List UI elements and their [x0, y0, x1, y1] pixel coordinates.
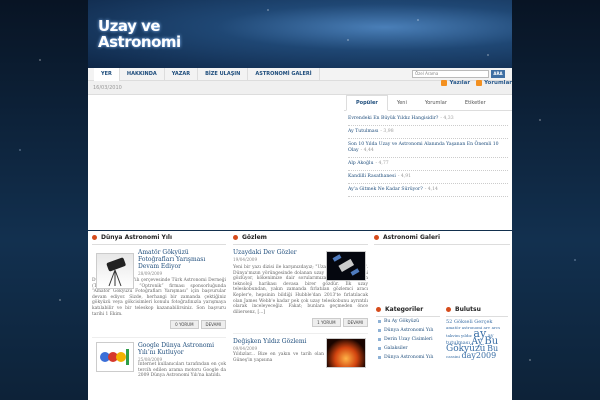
column-title: Astronomi Galeri: [374, 234, 510, 245]
feed-entries-label: Yazılar: [449, 80, 471, 86]
google-logo-icon: [100, 349, 129, 366]
category-link[interactable]: Galaksiler: [376, 344, 440, 353]
post-item: Değişken Yıldız Gözlemi 09/04/2009 Yıldı…: [233, 333, 368, 369]
list-item: Ay Tutulması - 3,98: [348, 126, 508, 139]
post-thumbnail[interactable]: [326, 251, 366, 281]
post-item: Uzaydaki Dev Gözler 19/04/2009 Yeni bir …: [233, 249, 368, 328]
column-astronomy-year: Dünya Astronomi Yılı Amatör Gökyüzü Foto…: [92, 234, 226, 379]
rss-icon: [476, 80, 483, 86]
nav-item-gallery[interactable]: ASTRONOMİ GALERİ: [248, 68, 320, 81]
comments-button[interactable]: 1 YORUM: [312, 318, 341, 328]
post-date: 19/04/2009: [233, 257, 258, 262]
search-box: Özel Arama ARA: [412, 70, 505, 78]
feed-comments-label: Yorumlar: [484, 80, 512, 86]
popular-link[interactable]: Ay Tutulması: [348, 129, 378, 134]
tab-tags[interactable]: Etiketler: [456, 96, 495, 110]
widget-title: Kategoriler: [376, 306, 440, 317]
post-item: Google Dünya Astronomi Yılı’nı Kutluyor …: [92, 337, 226, 379]
column-title: Dünya Astronomi Yılı: [92, 234, 226, 245]
list-item: Ay’a Gitmek Ne Kadar Sürüyor? - 4,14: [348, 184, 508, 197]
categories-widget: Kategoriler Bu Ay Gökyüzü Dünya Astronom…: [376, 306, 440, 362]
feed-comments-link[interactable]: Yorumlar: [476, 80, 512, 86]
popular-link[interactable]: Evrendeki En Büyük Yıldız Hangisidir?: [348, 116, 438, 121]
post-date: 28/09/2009: [138, 271, 163, 276]
popular-link[interactable]: Alp Akoğlu: [348, 161, 373, 166]
nav-item-about[interactable]: HAKKINDA: [120, 68, 165, 81]
tab-bar: Popüler Yeni Yorumlar Etiketler: [344, 95, 512, 111]
popular-score: - 4,33: [440, 116, 454, 121]
post-head: Değişken Yıldız Gözlemi 09/04/2009 Yıldı…: [233, 338, 324, 363]
list-item: Evrendeki En Büyük Yıldız Hangisidir? - 4…: [348, 113, 508, 126]
post-item: Amatör Gökyüzü Fotoğrafları Yarışması De…: [92, 249, 226, 330]
list-item: Kandilli Rasathanesi - 4,91: [348, 171, 508, 184]
post-title[interactable]: Uzaydaki Dev Gözler: [233, 249, 324, 256]
nav-item-author[interactable]: YAZAR: [165, 68, 199, 81]
logo-line2: Astronomi: [98, 33, 181, 51]
post-thumbnail[interactable]: [96, 253, 134, 289]
list-item: Alp Akoğlu - 4,77: [348, 158, 508, 171]
main-featured-area: Popüler Yeni Yorumlar Etiketler Evrendek…: [88, 95, 512, 230]
tag-link[interactable]: cassini: [446, 354, 460, 359]
tag-link[interactable]: day2009: [461, 351, 496, 360]
post-actions: 0 YORUM DEVAMI: [92, 320, 226, 330]
widget-title: Bulutsu: [446, 306, 508, 317]
post-head: Amatör Gökyüzü Fotoğrafları Yarışması De…: [138, 249, 226, 276]
tag-cloud: 52 Gökseli Gerçek amatör astronomi arv a…: [446, 319, 508, 360]
tab-new[interactable]: Yeni: [388, 96, 416, 110]
site-header: Uzay ve Astronomi: [88, 0, 512, 68]
nav-item-home[interactable]: YER: [94, 68, 120, 81]
column-gallery: Astronomi Galeri Kategoriler Bu Ay Gökyü…: [374, 234, 510, 360]
feed-links: Yazılar Yorumlar: [441, 80, 512, 86]
page-wrapper: Uzay ve Astronomi YER HAKKINDA YAZAR BİZ…: [88, 0, 512, 400]
column-observation: Gözlem Uzaydaki Dev Gözler 19/04/2009 Ye…: [233, 234, 368, 369]
tab-popular[interactable]: Popüler: [346, 95, 388, 111]
list-item: Son 10 Yılda Uzay ve Astronomi Alanında …: [348, 139, 508, 158]
nav-item-contact[interactable]: BİZE ULAŞIN: [198, 68, 249, 81]
tag-cloud-widget: Bulutsu 52 Gökseli Gerçek amatör astrono…: [446, 306, 508, 360]
popular-score: - 4,14: [424, 187, 438, 192]
site-logo[interactable]: Uzay ve Astronomi: [98, 18, 181, 50]
search-button[interactable]: ARA: [491, 70, 505, 78]
popular-score: - 4,91: [397, 174, 412, 179]
logo-line1: Uzay ve: [98, 17, 161, 35]
popular-link[interactable]: Ay’a Gitmek Ne Kadar Sürüyor?: [348, 187, 423, 192]
feed-entries-link[interactable]: Yazılar: [441, 80, 470, 86]
read-more-button[interactable]: DEVAMI: [200, 320, 226, 330]
category-link[interactable]: Dünya Astronomi Yılı: [376, 353, 440, 362]
telescope-icon: [106, 257, 126, 287]
search-input[interactable]: Özel Arama: [412, 70, 489, 78]
post-thumbnail[interactable]: [326, 338, 366, 369]
current-date: 16/03/2010: [93, 85, 122, 91]
popular-score: - 4,77: [375, 161, 389, 166]
popular-link[interactable]: Kandilli Rasathanesi: [348, 174, 396, 179]
rss-icon: [441, 80, 448, 86]
read-more-button[interactable]: DEVAMI: [342, 318, 368, 328]
column-title: Gözlem: [233, 234, 368, 245]
post-title[interactable]: Değişken Yıldız Gözlemi: [233, 338, 324, 345]
post-actions: 1 YORUM DEVAMI: [233, 318, 368, 328]
category-link[interactable]: Derin Uzay Cisimleri: [376, 335, 440, 344]
post-date: 09/04/2009: [233, 346, 258, 352]
popular-score: - 3,98: [380, 129, 394, 134]
popular-list: Evrendeki En Büyük Yıldız Hangisidir? - 4…: [344, 111, 512, 199]
category-link[interactable]: Bu Ay Gökyüzü: [376, 317, 440, 326]
post-excerpt: Yıldızlar... Bize en yakın ve tarih olan…: [233, 352, 324, 363]
post-title[interactable]: Amatör Gökyüzü Fotoğrafları Yarışması De…: [138, 249, 226, 270]
post-head: Uzaydaki Dev Gözler 19/04/2009: [233, 249, 324, 262]
post-head: Google Dünya Astronomi Yılı’nı Kutluyor …: [138, 342, 226, 362]
category-link[interactable]: Dünya Astronomi Yılı: [376, 326, 440, 335]
post-title[interactable]: Google Dünya Astronomi Yılı’nı Kutluyor: [138, 342, 226, 356]
post-thumbnail[interactable]: [96, 342, 134, 373]
hubble-telescope-icon: [332, 254, 360, 276]
comments-button[interactable]: 0 YORUM: [170, 320, 199, 330]
popular-score: - 4,44: [360, 148, 374, 153]
content-columns: Dünya Astronomi Yılı Amatör Gökyüzü Foto…: [88, 231, 512, 400]
tab-comments[interactable]: Yorumlar: [416, 96, 456, 110]
tab-widget: Popüler Yeni Yorumlar Etiketler Evrendek…: [344, 95, 512, 199]
post-excerpt: İnternet kullanıcıları tarafından en çok…: [138, 362, 226, 379]
